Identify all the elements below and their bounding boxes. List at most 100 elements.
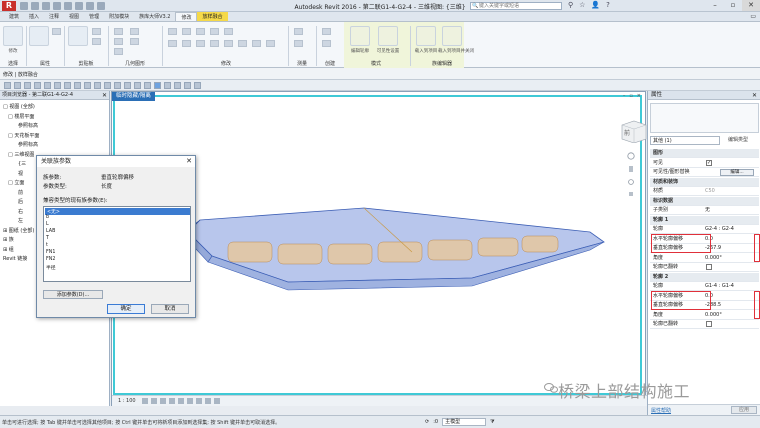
tool-icon[interactable] xyxy=(184,82,191,89)
tree-item[interactable]: ⊞ 族 xyxy=(3,236,14,243)
tool-icon[interactable] xyxy=(144,82,151,89)
tool-icon[interactable] xyxy=(174,82,181,89)
tool-icon[interactable] xyxy=(24,82,31,89)
viewcube[interactable] xyxy=(618,117,648,143)
property-category[interactable]: 标识数据 xyxy=(650,196,759,206)
detail-level-icon[interactable] xyxy=(142,398,148,404)
tool-icon[interactable] xyxy=(34,82,41,89)
delete-icon[interactable] xyxy=(266,40,275,47)
tool-icon[interactable] xyxy=(14,82,21,89)
tool-icon[interactable] xyxy=(104,82,111,89)
property-value[interactable]: 0.000° xyxy=(705,311,722,320)
property-checkbox[interactable] xyxy=(706,321,712,327)
parameter-list-item[interactable]: FN1 xyxy=(46,250,55,255)
tab-insert[interactable]: 插入 xyxy=(24,12,44,21)
tool-icon[interactable] xyxy=(4,82,11,89)
property-checkbox[interactable] xyxy=(706,264,712,270)
trim-icon[interactable] xyxy=(210,40,219,47)
tool-icon[interactable] xyxy=(94,82,101,89)
property-category[interactable]: 轮廓 1 xyxy=(650,215,759,225)
tree-item[interactable]: Revit 链接 xyxy=(3,255,27,262)
close-icon[interactable]: ✕ xyxy=(186,156,192,167)
property-value[interactable]: 无 xyxy=(705,206,710,215)
tree-item[interactable]: 参照标高 xyxy=(18,122,38,129)
edit-type-button[interactable]: 编辑类型 xyxy=(728,136,748,145)
load-into-project-button[interactable] xyxy=(416,26,436,46)
tool-icon[interactable] xyxy=(124,82,131,89)
property-checkbox[interactable]: ✓ xyxy=(706,159,712,166)
reveal-hidden-icon[interactable] xyxy=(214,398,220,404)
apply-button[interactable]: 应用 xyxy=(731,406,757,414)
paste-button[interactable] xyxy=(68,26,88,46)
tab-family-library[interactable]: 族库大师V3.2 xyxy=(134,12,175,21)
star-icon[interactable]: ☆ xyxy=(579,1,585,9)
tab-modify[interactable]: 修改 xyxy=(175,12,198,21)
tool-icon[interactable] xyxy=(164,82,171,89)
properties-help-link[interactable]: 属性帮助 xyxy=(651,407,671,414)
tree-item[interactable]: ⊞ 组 xyxy=(3,246,14,253)
tool-icon[interactable] xyxy=(84,82,91,89)
tree-item[interactable]: 左 xyxy=(18,217,23,224)
tree-item[interactable]: □ 立面 xyxy=(8,179,24,186)
tree-item[interactable]: □ 视图 (全部) xyxy=(3,103,35,110)
search-input[interactable]: 键入关键字或短语 xyxy=(470,2,562,10)
ribbon-minimize-icon[interactable]: ▭ xyxy=(750,13,756,20)
shadows-icon[interactable] xyxy=(169,398,175,404)
parameter-list-item[interactable]: t xyxy=(46,243,48,248)
help-icon[interactable]: ? xyxy=(606,1,610,9)
copy-icon[interactable] xyxy=(92,38,101,45)
tab-addins[interactable]: 附加模块 xyxy=(104,12,134,21)
tool-icon-active[interactable] xyxy=(154,82,161,89)
close-icon[interactable]: ✕ xyxy=(752,91,757,100)
property-value[interactable]: G1-4 : G1-4 xyxy=(705,282,734,291)
tree-item[interactable]: 视 xyxy=(18,170,23,177)
filter-icon[interactable]: ⧩ xyxy=(490,419,494,425)
move-icon[interactable] xyxy=(168,40,177,47)
mirror-icon[interactable] xyxy=(196,28,205,35)
parameter-list-item[interactable]: LAB xyxy=(46,229,55,234)
create-group-icon[interactable] xyxy=(322,28,331,35)
edit-visibility-button[interactable]: 编辑... xyxy=(720,169,754,176)
add-parameter-button[interactable]: 添加参数(D)... xyxy=(43,290,103,299)
split-icon[interactable] xyxy=(224,28,233,35)
redo-icon[interactable] xyxy=(53,2,61,10)
mirror-draw-icon[interactable] xyxy=(210,28,219,35)
navigation-bar[interactable] xyxy=(626,150,636,214)
tab-architecture[interactable]: 建筑 xyxy=(4,12,24,21)
tool-icon[interactable] xyxy=(64,82,71,89)
maximize-icon[interactable]: ▫ xyxy=(724,0,742,11)
property-category[interactable]: 图形 xyxy=(650,149,759,158)
scale-icon[interactable] xyxy=(238,40,247,47)
tool-icon[interactable] xyxy=(74,82,81,89)
render-icon[interactable] xyxy=(178,398,184,404)
paint-icon[interactable] xyxy=(130,38,139,45)
property-category[interactable]: 轮廓 2 xyxy=(650,272,759,282)
cut-icon[interactable] xyxy=(92,28,101,35)
tool-icon[interactable] xyxy=(114,82,121,89)
tree-item[interactable]: 右 xyxy=(18,208,23,215)
open-icon[interactable] xyxy=(20,2,28,10)
parameter-list-item[interactable]: <无> xyxy=(45,208,190,215)
user-icon[interactable]: 👤 xyxy=(591,1,600,9)
property-category[interactable]: 材质和装饰 xyxy=(650,177,759,187)
visual-style-icon[interactable] xyxy=(151,398,157,404)
type-properties-icon[interactable] xyxy=(52,28,61,35)
sun-path-icon[interactable] xyxy=(160,398,166,404)
tree-item[interactable]: □ 楼层平面 xyxy=(8,113,34,120)
rotate-icon[interactable] xyxy=(196,40,205,47)
edit-profile-button[interactable] xyxy=(350,26,370,46)
cut-geometry-icon[interactable] xyxy=(114,38,123,45)
property-value[interactable]: G2-4 : G2-4 xyxy=(705,225,734,234)
tree-item[interactable]: {三 xyxy=(18,160,26,167)
minimize-icon[interactable]: – xyxy=(706,0,724,11)
model-selector[interactable]: 主模型 xyxy=(442,418,487,426)
3d-icon[interactable] xyxy=(97,2,105,10)
tool-icon[interactable] xyxy=(54,82,61,89)
temporary-hide-icon[interactable] xyxy=(205,398,211,404)
properties-button[interactable] xyxy=(29,26,49,46)
tab-swept-blend[interactable]: 放样融合 xyxy=(197,12,228,21)
print-icon[interactable] xyxy=(64,2,72,10)
parameter-list-item[interactable]: 半径 xyxy=(46,264,56,271)
parameter-list-item[interactable]: L xyxy=(46,222,49,227)
parameter-list-item[interactable]: FN2 xyxy=(46,257,55,262)
